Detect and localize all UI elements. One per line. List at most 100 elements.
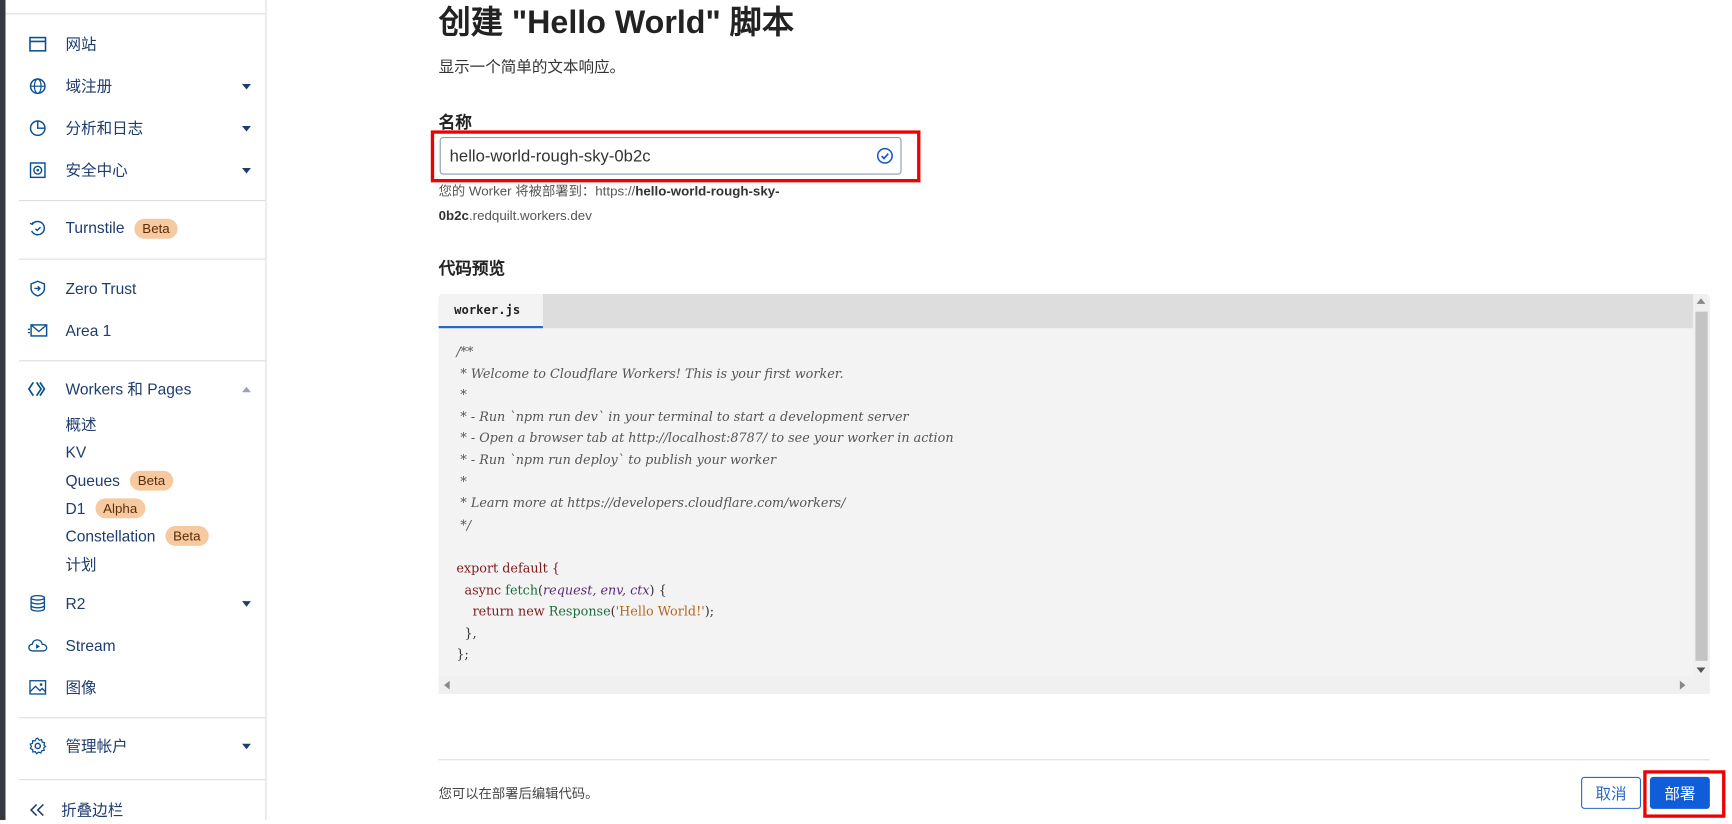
scroll-left-arrow-icon[interactable] <box>444 680 450 690</box>
code-token: async <box>464 581 502 598</box>
sidebar-item-workers-pages[interactable]: Workers 和 Pages <box>6 372 266 405</box>
globe-icon <box>28 76 48 96</box>
sidebar-subitem-constellation[interactable]: Constellation Beta <box>66 525 209 547</box>
sidebar-subitem-plans[interactable]: 计划 <box>66 554 97 576</box>
chevron-down-icon <box>242 600 251 607</box>
sidebar-item-turnstile[interactable]: Turnstile Beta <box>6 212 266 245</box>
code-line: return new Response('Hello World!'); <box>472 603 715 619</box>
code-line: }; <box>456 646 469 663</box>
scroll-down-arrow-icon[interactable] <box>1696 667 1706 674</box>
sidebar-item-domains[interactable]: 域注册 <box>6 70 266 103</box>
divider <box>18 360 266 362</box>
subitem-label: 概述 <box>65 415 97 434</box>
sidebar-item-r2[interactable]: R2 <box>6 587 266 620</box>
code-token: 'Hello World!' <box>615 603 705 619</box>
divider <box>18 258 266 260</box>
chevron-down-icon <box>242 743 251 749</box>
sidebar-item-websites[interactable]: 网站 <box>6 28 266 61</box>
code-line: export default { <box>456 560 560 576</box>
sidebar-item-text: Turnstile <box>65 218 125 237</box>
sidebar-item-label: Area 1 <box>65 321 112 340</box>
beta-badge: Beta <box>134 218 178 239</box>
scrollbar-thumb[interactable] <box>1695 311 1708 661</box>
subitem-label: KV <box>65 443 87 461</box>
sidebar-item-label: 网站 <box>65 35 97 54</box>
code-preview-label: 代码预览 <box>438 259 506 279</box>
hint-prefix: 您的 Worker 将被部署到：https:// <box>438 183 636 199</box>
hint-subdomain-part1: hello-world-rough-sky- <box>635 183 780 199</box>
gear-icon <box>28 736 48 756</box>
code-line: * - Open a browser tab at http://localho… <box>456 430 954 446</box>
code-line: * Welcome to Cloudflare Workers! This is… <box>456 365 844 381</box>
code-editor[interactable]: /** * Welcome to Cloudflare Workers! Thi… <box>456 341 953 666</box>
sidebar-subitem-queues[interactable]: Queues Beta <box>66 470 173 492</box>
hint-suffix: .redquilt.workers.dev <box>468 207 592 224</box>
sidebar-item-label: 图像 <box>65 678 97 697</box>
sidebar-item-images[interactable]: 图像 <box>6 671 266 704</box>
code-tab-bar: worker.js <box>438 293 1694 329</box>
subitem-label: D1 <box>65 499 86 518</box>
footer-note: 您可以在部署后编辑代码。 <box>438 785 599 802</box>
sidebar-item-label: R2 <box>65 594 86 613</box>
workers-icon <box>27 379 48 399</box>
zero-trust-icon <box>28 278 48 298</box>
sidebar-subitem-d1[interactable]: D1 Alpha <box>66 497 146 519</box>
sidebar-subitem-kv[interactable]: KV <box>66 441 87 463</box>
sidebar-item-label: 安全中心 <box>65 161 128 180</box>
code-line: * <box>456 386 467 403</box>
sidebar-item-zero-trust[interactable]: Zero Trust <box>6 272 266 305</box>
alpha-badge: Alpha <box>95 498 146 519</box>
divider <box>438 759 1710 761</box>
beta-badge: Beta <box>165 526 209 546</box>
sidebar: 网站 域注册 分析和日志 安全中心 Turnstile Beta Zero Tr… <box>5 0 267 820</box>
divider <box>18 200 266 202</box>
cancel-button[interactable]: 取消 <box>1581 776 1642 809</box>
code-line: * Learn more at https://developers.cloud… <box>456 495 846 511</box>
page-subtitle: 显示一个简单的文本响应。 <box>438 57 626 76</box>
tab-worker-js[interactable]: worker.js <box>438 293 543 329</box>
double-chevron-left-icon <box>28 800 48 820</box>
cloud-play-icon <box>28 635 48 655</box>
scroll-right-arrow-icon[interactable] <box>1679 680 1686 690</box>
check-circle-icon <box>876 147 894 165</box>
sidebar-item-manage-account[interactable]: 管理帐户 <box>6 729 266 762</box>
chevron-down-icon <box>242 167 251 173</box>
code-token: return new <box>472 603 545 619</box>
sidebar-item-security-center[interactable]: 安全中心 <box>6 154 266 187</box>
divider <box>18 717 266 719</box>
code-line: * - Run `npm run dev` in your terminal t… <box>456 408 909 425</box>
code-token: Response <box>548 603 611 619</box>
chevron-down-icon <box>242 125 251 131</box>
divider <box>5 13 266 15</box>
code-line: * - Run `npm run deploy` to publish your… <box>456 451 777 468</box>
sidebar-item-area1[interactable]: Area 1 <box>6 314 266 347</box>
code-line: async fetch(request, env, ctx) { <box>464 581 667 598</box>
page-title: 创建 "Hello World" 脚本 <box>438 5 795 41</box>
code-line: }, <box>456 623 953 645</box>
sidebar-item-stream[interactable]: Stream <box>6 629 266 662</box>
scroll-up-arrow-icon[interactable] <box>1696 298 1706 304</box>
sidebar-subitem-overview[interactable]: 概述 <box>66 413 97 435</box>
sidebar-item-label: 域注册 <box>65 77 113 96</box>
divider <box>18 779 266 781</box>
sidebar-item-label: 分析和日志 <box>65 119 144 138</box>
sidebar-item-label: Workers 和 Pages <box>65 380 192 398</box>
code-line: */ <box>456 516 472 533</box>
database-icon <box>28 593 48 613</box>
hint-subdomain-part2: 0b2c <box>438 207 469 224</box>
shield-target-icon <box>28 160 48 180</box>
subitem-label: Constellation <box>65 527 156 545</box>
code-token: fetch <box>505 581 539 598</box>
deploy-button[interactable]: 部署 <box>1649 776 1710 809</box>
sidebar-item-analytics[interactable]: 分析和日志 <box>6 112 266 145</box>
vertical-scrollbar[interactable] <box>1693 293 1710 677</box>
worker-name-input[interactable] <box>439 137 902 175</box>
code-preview[interactable]: worker.js /** * Welcome to Cloudflare Wo… <box>438 293 1710 695</box>
deploy-url-hint: 您的 Worker 将被部署到：https://hello-world-roug… <box>439 179 794 228</box>
horizontal-scrollbar[interactable] <box>438 676 1710 695</box>
subitem-label: 计划 <box>65 555 97 574</box>
subitem-label: Queues <box>65 471 120 490</box>
code-token: }, <box>464 625 477 641</box>
sidebar-item-label: Zero Trust <box>65 279 137 298</box>
sidebar-item-label: 管理帐户 <box>65 737 128 755</box>
